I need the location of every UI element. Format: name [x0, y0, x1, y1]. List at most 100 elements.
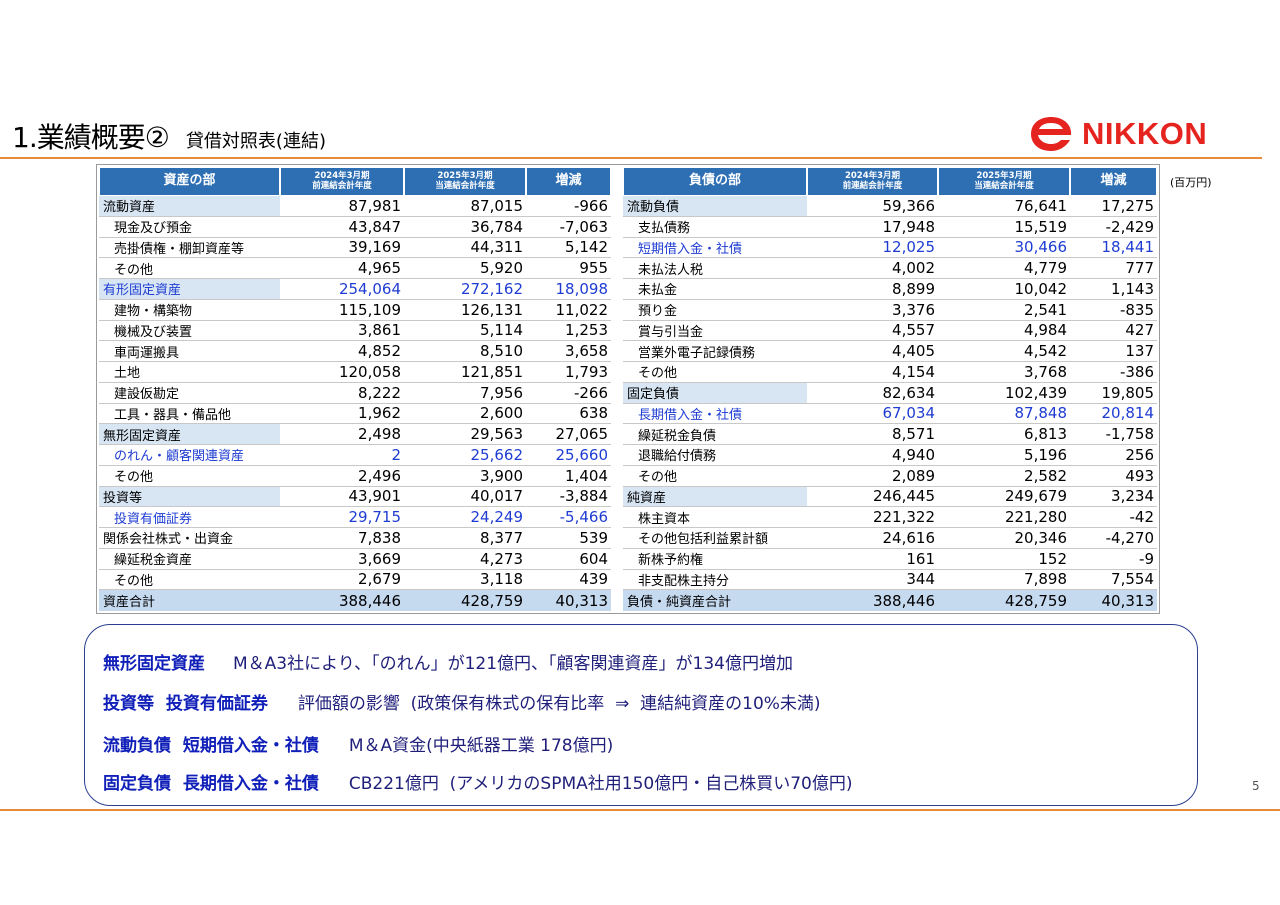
diff-value: -9	[1070, 549, 1157, 570]
curr-value: 5,114	[404, 321, 526, 342]
diff-value: 40,313	[526, 590, 611, 611]
unit-label: (百万円)	[1170, 176, 1212, 189]
table-row: その他 4,965 5,920 955	[99, 258, 611, 279]
row-label: 長期借入金・社債	[623, 404, 807, 425]
table-row: 流動負債 59,366 76,641 17,275	[623, 196, 1157, 217]
prev-value: 2,679	[280, 570, 404, 591]
prev-value: 3,669	[280, 549, 404, 570]
prev-value: 4,557	[807, 321, 938, 342]
row-label: その他包括利益累計額	[623, 528, 807, 549]
prev-value: 246,445	[807, 486, 938, 508]
table-row: 株主資本 221,322 221,280 -42	[623, 507, 1157, 528]
table-row: 賞与引当金 4,557 4,984 427	[623, 321, 1157, 342]
diff-value: -966	[526, 196, 611, 217]
curr-value: 152	[938, 549, 1070, 570]
note-text: M＆A3社により、「のれん」が121億円、「顧客関連資産」が134億円増加	[233, 654, 793, 674]
table-row: その他 4,154 3,768 -386	[623, 362, 1157, 383]
table-row: 営業外電子記録債務 4,405 4,542 137	[623, 341, 1157, 362]
curr-value: 121,851	[404, 362, 526, 383]
liabilities-header-diff: 増減	[1070, 167, 1157, 196]
row-label: のれん・顧客関連資産	[99, 445, 280, 466]
note-line: 無形固定資産 M＆A3社により、「のれん」が121億円、「顧客関連資産」が134億…	[103, 649, 793, 674]
curr-value: 6,813	[938, 424, 1070, 445]
note-text: CB221億円 (アメリカのSPMA社用150億円・自己株買い70億円)	[348, 774, 853, 794]
prev-value: 39,169	[280, 238, 404, 259]
assets-header-curr: 2025年3月期 当連結会計年度	[404, 167, 526, 196]
diff-value: 256	[1070, 445, 1157, 466]
row-label: その他	[99, 258, 280, 279]
diff-value: 1,793	[526, 362, 611, 383]
table-row: 流動資産 87,981 87,015 -966	[99, 196, 611, 217]
table-row: 純資産 246,445 249,679 3,234	[623, 486, 1157, 508]
curr-value: 87,015	[404, 196, 526, 217]
table-row: 建物・構築物 115,109 126,131 11,022	[99, 300, 611, 321]
curr-value: 5,196	[938, 445, 1070, 466]
curr-value: 7,898	[938, 570, 1070, 591]
diff-value: -2,429	[1070, 217, 1157, 238]
prev-value: 2,498	[280, 424, 404, 445]
table-row: その他 2,679 3,118 439	[99, 570, 611, 591]
row-label: 営業外電子記録債務	[623, 341, 807, 362]
prev-value: 3,861	[280, 321, 404, 342]
note-line: 固定負債 長期借入金・社債 CB221億円 (アメリカのSPMA社用150億円・自…	[103, 769, 852, 794]
diff-value: 427	[1070, 321, 1157, 342]
nikkon-logo-icon	[1031, 117, 1071, 151]
diff-value: -266	[526, 383, 611, 404]
prev-value: 4,852	[280, 341, 404, 362]
table-row: 売掛債権・棚卸資産等 39,169 44,311 5,142	[99, 238, 611, 259]
diff-value: -7,063	[526, 217, 611, 238]
row-label: その他	[623, 362, 807, 383]
page-title: 1.業績概要② 貸借対照表(連結)	[12, 116, 326, 156]
row-label: 株主資本	[623, 507, 807, 528]
row-label: 売掛債権・棚卸資産等	[99, 238, 280, 259]
assets-header-diff: 増減	[526, 167, 611, 196]
row-label: 新株予約権	[623, 549, 807, 570]
curr-value: 4,984	[938, 321, 1070, 342]
diff-value: 18,098	[526, 279, 611, 300]
curr-value: 44,311	[404, 238, 526, 259]
page-number: 5	[1252, 779, 1260, 793]
diff-value: 1,143	[1070, 279, 1157, 300]
prev-value: 4,405	[807, 341, 938, 362]
prev-value: 8,899	[807, 279, 938, 300]
diff-value: 17,275	[1070, 196, 1157, 217]
row-label: 流動負債	[623, 196, 807, 217]
curr-value: 25,662	[404, 445, 526, 466]
prev-value: 29,715	[280, 507, 404, 528]
row-label: 無形固定資産	[99, 424, 280, 445]
curr-value: 15,519	[938, 217, 1070, 238]
curr-value: 3,900	[404, 466, 526, 487]
curr-value: 29,563	[404, 424, 526, 445]
note-line: 流動負債 短期借入金・社債 M＆A資金(中央紙器工業 178億円)	[103, 731, 613, 756]
row-label: 投資等	[99, 486, 280, 508]
note-text: 評価額の影響 (政策保有株式の保有比率 ⇒ 連結純資産の10%未満)	[297, 694, 821, 714]
row-label: 退職給付債務	[623, 445, 807, 466]
diff-value: 3,658	[526, 341, 611, 362]
diff-value: -4,270	[1070, 528, 1157, 549]
table-row: その他 2,089 2,582 493	[623, 466, 1157, 487]
row-label: 支払債務	[623, 217, 807, 238]
table-row: 未払金 8,899 10,042 1,143	[623, 279, 1157, 300]
row-label: 建物・構築物	[99, 300, 280, 321]
table-row: 新株予約権 161 152 -9	[623, 549, 1157, 570]
table-row: 資産合計 388,446 428,759 40,313	[99, 590, 611, 611]
curr-value: 4,779	[938, 258, 1070, 279]
prev-value: 120,058	[280, 362, 404, 383]
row-label: 土地	[99, 362, 280, 383]
liabilities-header-prev: 2024年3月期 前連結会計年度	[807, 167, 938, 196]
curr-value: 20,346	[938, 528, 1070, 549]
table-row: 現金及び預金 43,847 36,784 -7,063	[99, 217, 611, 238]
prev-value: 4,154	[807, 362, 938, 383]
footer-divider	[0, 809, 1280, 811]
diff-value: 20,814	[1070, 404, 1157, 425]
table-row: 支払債務 17,948 15,519 -2,429	[623, 217, 1157, 238]
row-label: 負債・純資産合計	[623, 590, 807, 611]
diff-value: -386	[1070, 362, 1157, 383]
table-row: 関係会社株式・出資金 7,838 8,377 539	[99, 528, 611, 549]
logo-text: NIKKON	[1082, 116, 1208, 151]
row-label: 未払金	[623, 279, 807, 300]
prev-value: 2	[280, 445, 404, 466]
curr-value: 221,280	[938, 507, 1070, 528]
row-label: 固定負債	[623, 382, 807, 404]
row-label: その他	[99, 570, 280, 591]
